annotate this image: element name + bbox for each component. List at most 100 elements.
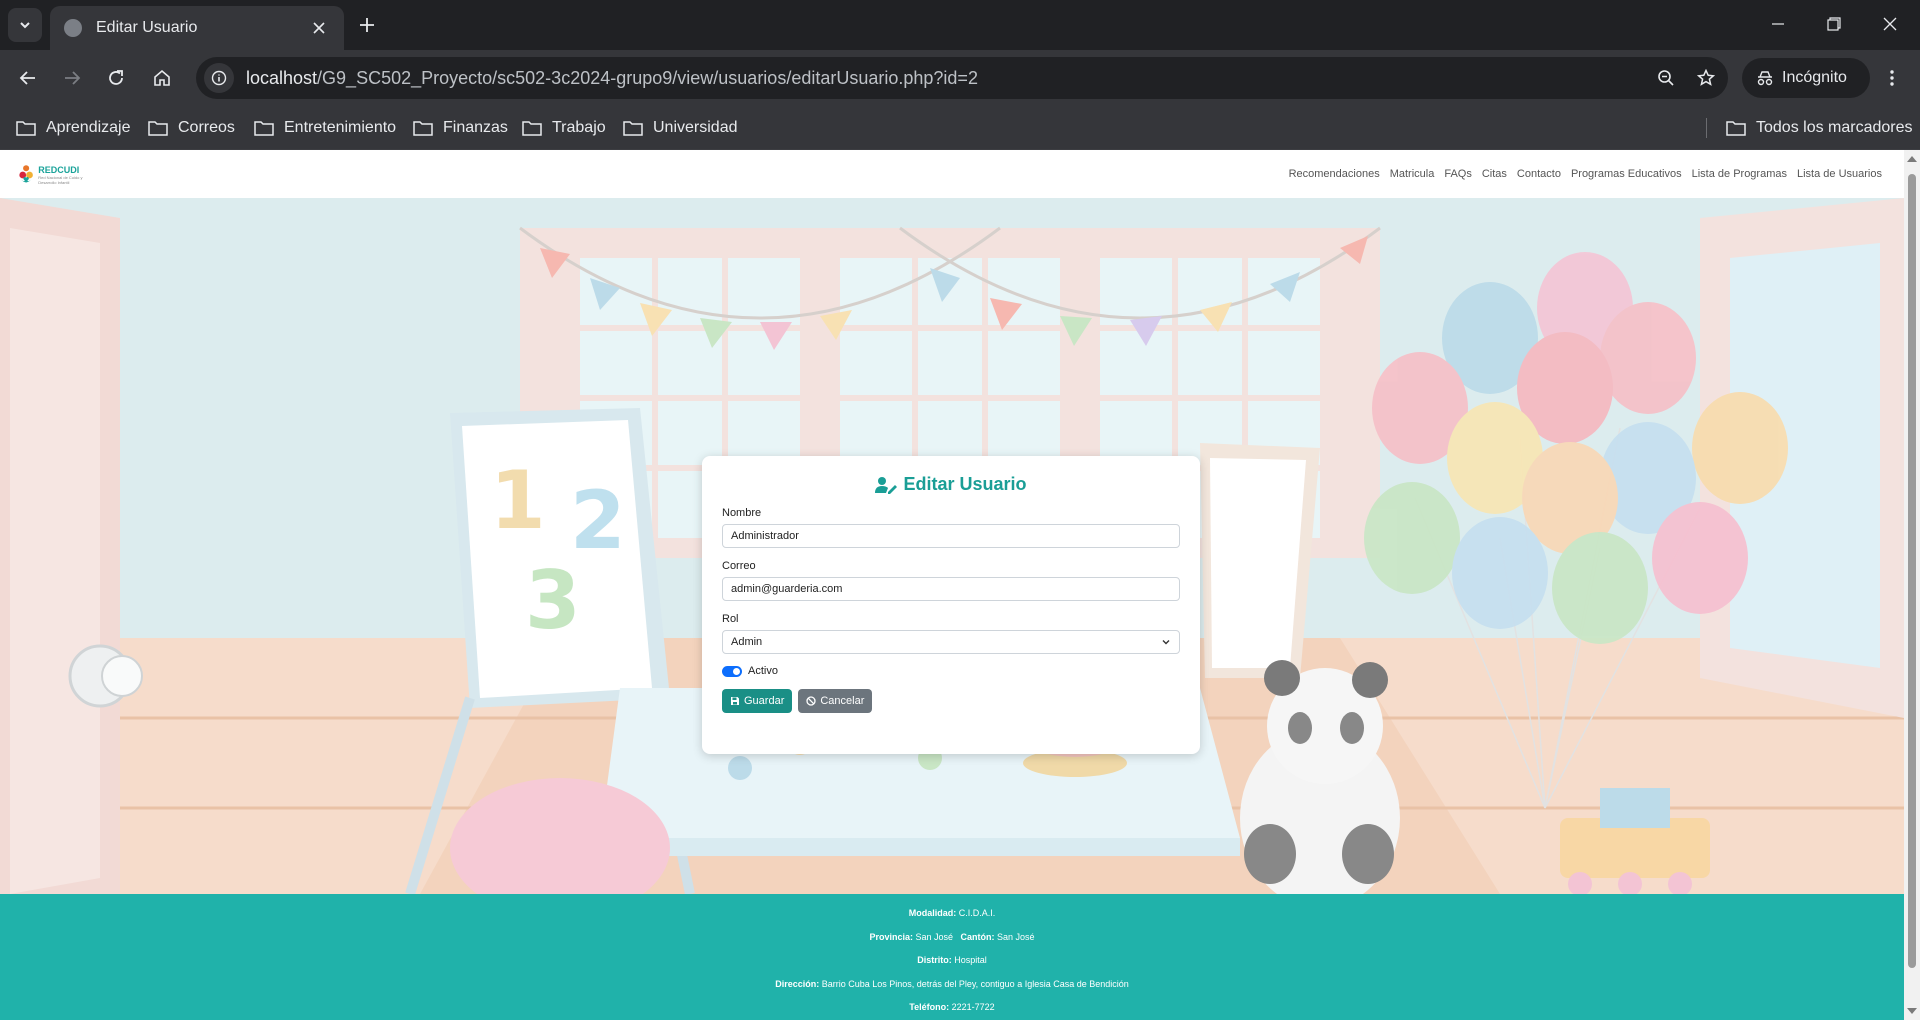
footer-modalidad-label: Modalidad: <box>908 908 957 918</box>
nav-link-faqs[interactable]: FAQs <box>1444 168 1472 180</box>
logo-subtext: Red Nacional de Cuido y Desarrollo Infan… <box>38 175 83 185</box>
chevron-down-icon <box>1162 640 1170 645</box>
minimize-icon <box>1772 23 1784 25</box>
page-scrollbar[interactable] <box>1904 150 1920 1020</box>
close-window-button[interactable] <box>1862 0 1918 48</box>
nav-link-citas[interactable]: Citas <box>1482 168 1507 180</box>
nav-link-contacto[interactable]: Contacto <box>1517 168 1561 180</box>
folder-icon <box>522 121 542 136</box>
tab-title: Editar Usuario <box>96 19 198 36</box>
rol-selected-value: Admin <box>731 636 763 648</box>
page-viewport: REDCUDI Red Nacional de Cuido y Desarrol… <box>0 150 1904 1020</box>
bookmark-folder-aprendizaje[interactable]: Aprendizaje <box>16 106 131 150</box>
bookmark-folder-finanzas[interactable]: Finanzas <box>413 106 508 150</box>
zoom-button[interactable] <box>1648 60 1684 96</box>
restore-button[interactable] <box>1806 0 1862 48</box>
browser-tab-active[interactable]: Editar Usuario <box>50 6 344 50</box>
footer-direccion: Dirección: Barrio Cuba Los Pinos, detrás… <box>0 973 1904 997</box>
scroll-up-arrow-icon[interactable] <box>1907 156 1917 162</box>
cancel-button[interactable]: Cancelar <box>798 689 873 713</box>
footer-modalidad: Modalidad: C.I.D.A.I. <box>0 902 1904 926</box>
nav-link-programas-educativos[interactable]: Programas Educativos <box>1571 168 1682 180</box>
tab-search-button[interactable] <box>8 8 42 42</box>
restore-icon <box>1827 17 1841 31</box>
nav-link-lista-programas[interactable]: Lista de Programas <box>1692 168 1787 180</box>
floppy-disk-icon <box>731 697 739 705</box>
zoom-out-icon <box>1658 70 1674 86</box>
save-button[interactable]: Guardar <box>722 689 793 713</box>
chevron-down-icon <box>20 22 30 29</box>
tab-close-button[interactable] <box>308 17 330 39</box>
all-bookmarks-button[interactable]: Todos los marcadores <box>1726 106 1913 150</box>
url-host: localhost <box>246 67 318 88</box>
form-actions: Guardar Cancelar <box>722 689 1180 713</box>
folder-icon <box>623 121 643 136</box>
address-bar[interactable]: localhost/G9_SC502_Proyecto/sc502-3c2024… <box>196 57 1728 99</box>
rol-select[interactable]: Admin <box>722 630 1180 654</box>
bookmark-folder-correos[interactable]: Correos <box>148 106 235 150</box>
bookmark-folder-entretenimiento[interactable]: Entretenimiento <box>254 106 396 150</box>
bookmark-label: Correos <box>178 119 235 136</box>
svg-text:1: 1 <box>490 454 546 547</box>
site-logo[interactable]: REDCUDI Red Nacional de Cuido y Desarrol… <box>18 157 90 193</box>
all-bookmarks-label: Todos los marcadores <box>1756 119 1913 136</box>
browser-menu-button[interactable] <box>1876 62 1908 94</box>
close-icon <box>1883 17 1897 31</box>
site-info-button[interactable] <box>204 63 234 93</box>
scrollbar-thumb[interactable] <box>1908 174 1916 968</box>
form-title-row: Editar Usuario <box>722 474 1180 495</box>
home-button[interactable] <box>146 62 178 94</box>
cancel-button-label: Cancelar <box>820 695 865 707</box>
url-path: /G9_SC502_Proyecto/sc502-3c2024-grupo9/v… <box>317 67 978 88</box>
incognito-badge[interactable]: Incógnito <box>1742 58 1870 98</box>
bookmark-label: Universidad <box>653 119 738 136</box>
activo-toggle[interactable] <box>722 665 742 677</box>
plus-icon <box>360 18 374 32</box>
nav-link-lista-usuarios[interactable]: Lista de Usuarios <box>1797 168 1882 180</box>
footer-direccion-label: Dirección: <box>775 978 820 989</box>
hero-background: 1 2 3 Editar Usuario Nombre Administrado… <box>0 198 1904 894</box>
correo-label: Correo <box>722 560 756 572</box>
nav-link-matricula[interactable]: Matricula <box>1390 168 1435 180</box>
nombre-input[interactable]: Administrador <box>722 524 1180 548</box>
correo-input[interactable]: admin@guarderia.com <box>722 577 1180 601</box>
folder-icon <box>413 121 433 136</box>
nav-link-recomendaciones[interactable]: Recomendaciones <box>1289 168 1380 180</box>
footer-distrito-label: Distrito: <box>917 955 952 966</box>
footer-telefono-value: 2221-7722 <box>951 1002 995 1013</box>
footer-distrito: Distrito: Hospital <box>0 949 1904 973</box>
scroll-down-arrow-icon[interactable] <box>1907 1008 1917 1014</box>
footer-provincia-value: San José <box>915 931 953 942</box>
rol-label: Rol <box>722 613 739 625</box>
new-tab-button[interactable] <box>352 10 382 40</box>
browser-toolbar: localhost/G9_SC502_Proyecto/sc502-3c2024… <box>0 50 1920 106</box>
incognito-icon <box>1757 71 1773 86</box>
url-text[interactable]: localhost/G9_SC502_Proyecto/sc502-3c2024… <box>246 68 1648 89</box>
back-button[interactable] <box>12 62 44 94</box>
logo-text-block: REDCUDI Red Nacional de Cuido y Desarrol… <box>38 165 90 185</box>
svg-text:3: 3 <box>525 554 581 647</box>
folder-icon <box>1726 121 1746 136</box>
reload-button[interactable] <box>100 62 132 94</box>
site-footer: Modalidad: C.I.D.A.I. Provincia: San Jos… <box>0 894 1904 1020</box>
close-icon <box>313 22 325 34</box>
incognito-label: Incógnito <box>1782 69 1847 86</box>
forward-button[interactable] <box>56 62 88 94</box>
arrow-right-icon <box>65 71 81 85</box>
edit-user-card: Editar Usuario Nombre Administrador Corr… <box>702 456 1200 754</box>
folder-icon <box>254 121 274 136</box>
bookmark-label: Trabajo <box>552 119 606 136</box>
minimize-button[interactable] <box>1750 0 1806 48</box>
reload-icon <box>109 70 123 85</box>
bookmark-star-button[interactable] <box>1688 60 1724 96</box>
bookmark-label: Entretenimiento <box>284 119 397 136</box>
user-edit-icon <box>875 476 898 494</box>
star-icon <box>1697 69 1715 86</box>
footer-modalidad-value: C.I.D.A.I. <box>958 908 996 918</box>
info-icon <box>211 70 227 86</box>
ban-icon <box>806 696 817 706</box>
bookmark-folder-universidad[interactable]: Universidad <box>623 106 737 150</box>
bookmarks-separator <box>1706 118 1707 138</box>
bookmark-folder-trabajo[interactable]: Trabajo <box>522 106 606 150</box>
footer-provincia-canton: Provincia: San José Cantón: San José <box>0 926 1904 950</box>
